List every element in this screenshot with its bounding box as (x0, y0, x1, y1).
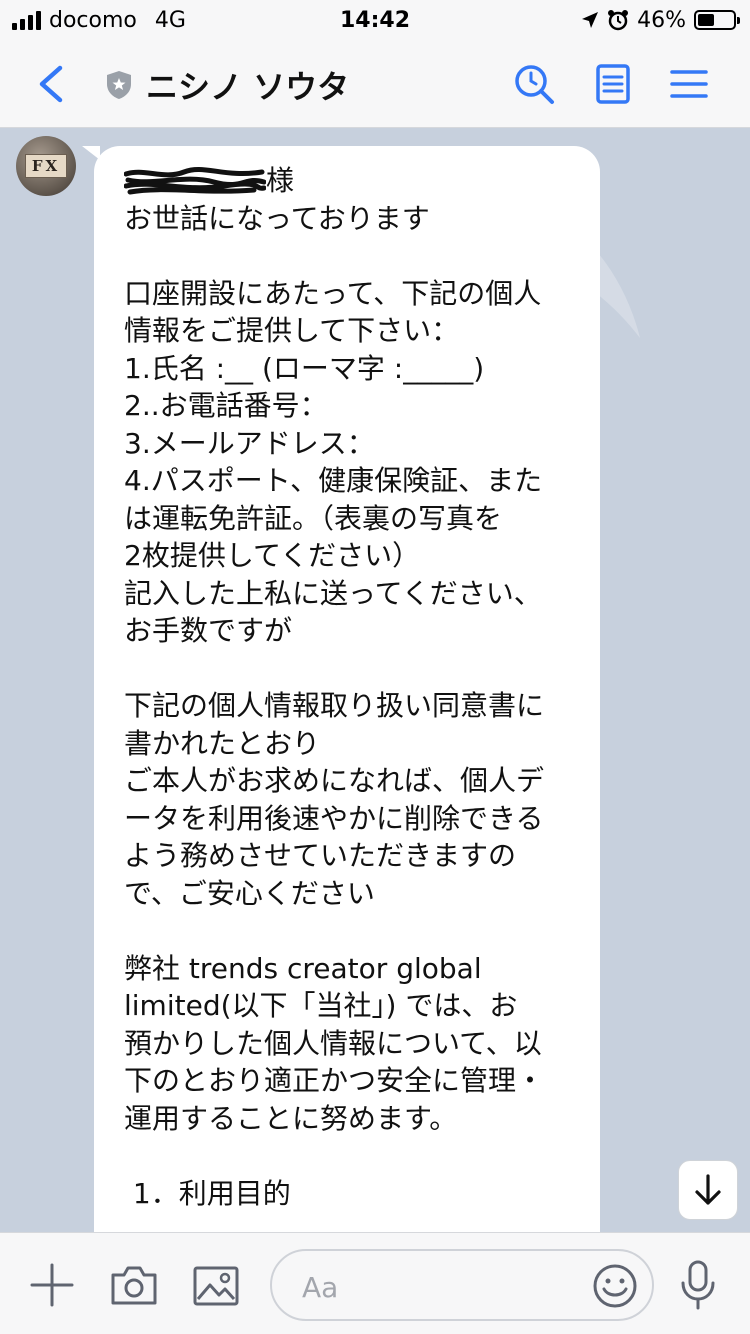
plus-icon[interactable] (30, 1263, 74, 1307)
message-line: ータを利用後速やかに削除できる (124, 801, 544, 835)
message-line: 記入した上私に送ってください、 (124, 576, 542, 610)
message-bubble[interactable]: 様 お世話になっております 口座開設にあたって、下記の個人 情報をご提供して下さ… (94, 146, 600, 1232)
message-line: ご本人がお求めになれば、個人デ (124, 764, 545, 797)
emoji-icon[interactable] (592, 1263, 638, 1309)
message-line: お手数ですが (124, 614, 293, 647)
image-icon[interactable] (192, 1265, 240, 1307)
alarm-icon (608, 10, 629, 31)
chevron-left-icon[interactable] (34, 64, 68, 104)
message-input[interactable] (302, 1267, 582, 1307)
shield-icon (107, 71, 131, 99)
message-line: limited(以下「当社」) では、お (124, 989, 518, 1022)
message-line: よう務めさせていただきますの (124, 839, 517, 872)
message-line: 1.氏名 :__ (ローマ字 :_____) (124, 351, 485, 385)
message-line: 4.パスポート、健康保険証、また (124, 464, 543, 497)
message-text: 様 (266, 164, 295, 197)
status-right: 46% (581, 7, 740, 33)
message-line: 下記の個人情報取り扱い同意書に (124, 689, 545, 722)
message-line: 2..お電話番号： (124, 389, 328, 422)
message-line: 下のとおり適正かつ安全に管理・ (124, 1064, 545, 1097)
chat-area[interactable]: FX 様 お世話になっております 口座開設にあたって、下記の個人 情報をご提供し… (0, 128, 750, 1232)
battery-icon (694, 10, 740, 30)
arrow-down-icon (695, 1174, 721, 1205)
message-line: 2枚提供してください） (124, 539, 421, 572)
message-line: 運用することに努めます。 (124, 1101, 458, 1135)
status-left: docomo 4G (12, 8, 186, 33)
message-line: は運転免許証。（表裏の写真を (124, 501, 503, 535)
message-input-wrapper (270, 1249, 654, 1321)
status-bar: docomo 4G 14:42 46% (0, 0, 750, 40)
message-line: 3.メールアドレス： (124, 426, 375, 460)
page-title: ニシノ ソウタ (146, 68, 350, 106)
message-line: 情報をご提供して下さい： (124, 314, 460, 347)
message-line (124, 912, 580, 950)
network-label: 4G (154, 7, 186, 33)
signal-icon (12, 10, 41, 30)
menu-icon[interactable] (668, 62, 712, 106)
avatar-label: FX (24, 154, 68, 178)
search-icon[interactable] (512, 62, 556, 106)
message-line: お世話になっております (124, 201, 430, 235)
message-line: 様 (124, 162, 580, 200)
battery-fill (698, 14, 714, 26)
message-line (124, 650, 580, 688)
message-line (124, 237, 580, 275)
avatar[interactable]: FX (16, 136, 76, 196)
composer-bar (0, 1232, 750, 1334)
message-line (124, 1137, 580, 1175)
message-line: で、ご安心ください (124, 876, 375, 910)
message-line: 口座開設にあたって、下記の個人 (124, 276, 542, 310)
location-icon (582, 12, 599, 28)
chat-header: ニシノ ソウタ (0, 40, 750, 128)
battery-percent: 46% (637, 7, 686, 33)
message-line: 書かれたとおり (124, 726, 321, 760)
message-line: 預かりした個人情報について、以 (124, 1026, 542, 1060)
redacted-name (124, 166, 266, 195)
message-line: 弊社 trends creator global (124, 951, 482, 985)
microphone-icon[interactable] (680, 1259, 716, 1311)
carrier-label: docomo (49, 7, 137, 33)
message-line: 1．利用目的 (124, 1176, 291, 1210)
chat-title-group[interactable]: ニシノ ソウタ (106, 62, 349, 108)
scroll-to-bottom-button[interactable] (678, 1160, 738, 1220)
notes-icon[interactable] (592, 62, 636, 106)
camera-icon[interactable] (110, 1263, 158, 1307)
